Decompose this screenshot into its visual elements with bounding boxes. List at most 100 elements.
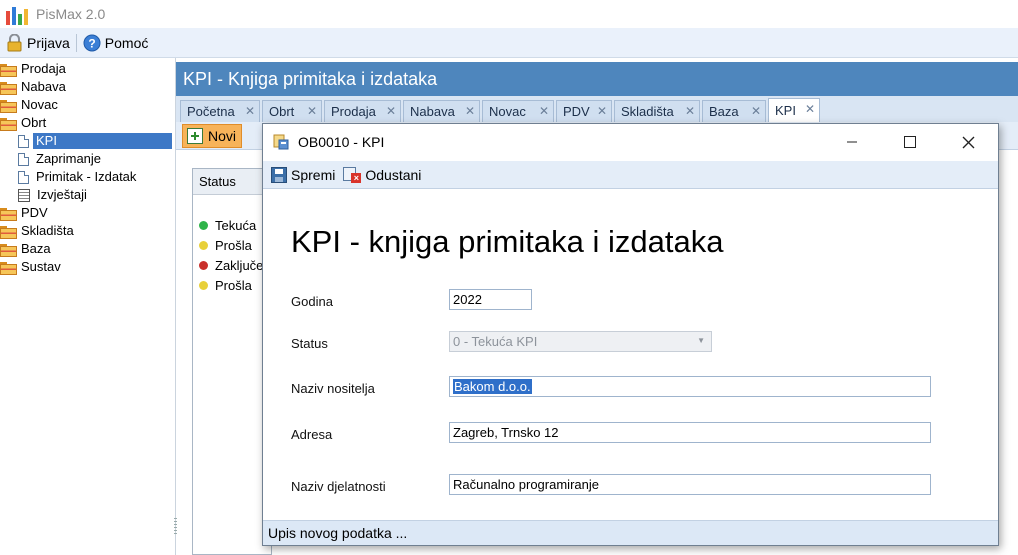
status-red-icon: [199, 260, 208, 270]
adresa-value: Zagreb, Trnsko 12: [453, 425, 559, 440]
sidebar-item-label: Sustav: [21, 259, 61, 274]
close-icon[interactable]: ✕: [245, 104, 255, 118]
sidebar-item-novac[interactable]: Novac: [0, 96, 61, 114]
sidebar-item-baza[interactable]: Baza: [0, 240, 54, 258]
save-button-label: Spremi: [291, 166, 336, 183]
close-icon[interactable]: ✕: [386, 104, 396, 118]
app-title: PisMax 2.0: [36, 6, 106, 22]
list-item[interactable]: Zaključe: [193, 255, 263, 275]
close-icon[interactable]: ✕: [465, 104, 475, 118]
sidebar-item-skladista[interactable]: Skladišta: [0, 222, 77, 240]
status-label: Zaključe: [215, 257, 264, 273]
list-item[interactable]: Prošla: [193, 235, 252, 255]
menu-prijava-label: Prijava: [27, 34, 70, 51]
cancel-button[interactable]: × Odustani: [339, 161, 425, 188]
status-yellow-icon: [199, 280, 208, 290]
list-item[interactable]: Tekuća: [193, 215, 256, 235]
sidebar-tree: Prodaja Nabava Novac Obrt KPI Zaprimanje…: [0, 58, 176, 555]
sidebar-item-label: Skladišta: [21, 223, 74, 238]
sidebar-item-obrt[interactable]: Obrt: [0, 114, 49, 132]
folder-icon: [0, 81, 17, 95]
splitter-grip[interactable]: [174, 518, 177, 534]
naziv-djelatnosti-field[interactable]: Računalno programiranje: [449, 474, 931, 495]
sidebar-item-prodaja[interactable]: Prodaja: [0, 60, 69, 78]
sidebar-item-zaprimanje[interactable]: Zaprimanje: [18, 150, 104, 168]
status-select[interactable]: 0 - Tekuća KPI ▼: [449, 331, 712, 352]
menu-pomoc[interactable]: ? Pomoć: [77, 28, 155, 57]
naziv-nositelja-field[interactable]: Bakom d.o.o.: [449, 376, 931, 397]
godina-field[interactable]: 2022: [449, 289, 532, 310]
sidebar-item-kpi[interactable]: KPI: [18, 132, 172, 150]
tab-pdv[interactable]: PDV ✕: [556, 100, 612, 122]
tab-obrt[interactable]: Obrt ✕: [262, 100, 322, 122]
sidebar-item-izvjestaji[interactable]: Izvještaji: [18, 186, 90, 204]
tab-label: Skladišta: [621, 104, 674, 119]
tab-pocetna[interactable]: Početna ✕: [180, 100, 260, 122]
naziv-djelatnosti-value: Računalno programiranje: [453, 477, 599, 492]
menu-pomoc-label: Pomoć: [104, 34, 149, 51]
status-column-header[interactable]: Status: [193, 169, 271, 195]
folder-icon: [0, 99, 17, 113]
status-value: 0 - Tekuća KPI: [453, 334, 538, 349]
sidebar-item-label: Primitak - Izdatak: [36, 169, 137, 184]
dialog-titlebar[interactable]: OB0010 - KPI: [263, 124, 998, 160]
tab-baza[interactable]: Baza ✕: [702, 100, 766, 122]
sidebar-item-sustav[interactable]: Sustav: [0, 258, 64, 276]
close-icon[interactable]: ✕: [751, 104, 761, 118]
sidebar-item-label: Izvještaji: [37, 187, 87, 202]
minimize-button[interactable]: [829, 124, 875, 160]
close-icon[interactable]: ✕: [539, 104, 549, 118]
dialog-toolbar: Spremi × Odustani: [263, 161, 998, 189]
close-icon[interactable]: ✕: [597, 104, 607, 118]
cancel-icon: ×: [343, 166, 362, 183]
maximize-button[interactable]: [887, 124, 933, 160]
sidebar-item-label: KPI: [33, 133, 172, 149]
new-button[interactable]: Novi: [182, 124, 242, 148]
tab-prodaja[interactable]: Prodaja ✕: [324, 100, 401, 122]
dialog-status-bar: Upis novog podatka ...: [263, 520, 998, 545]
godina-label: Godina: [291, 294, 333, 309]
naziv-nositelja-value: Bakom d.o.o.: [453, 379, 532, 394]
status-green-icon: [199, 220, 208, 230]
kpi-dialog: OB0010 - KPI Spremi × Odustani KPI - knj…: [262, 123, 999, 546]
tab-label: KPI: [775, 103, 796, 118]
sidebar-item-label: Baza: [21, 241, 51, 256]
naziv-djelatnosti-label: Naziv djelatnosti: [291, 479, 386, 494]
tab-kpi[interactable]: KPI ✕: [768, 98, 820, 122]
tab-label: PDV: [563, 104, 590, 119]
folder-icon: [0, 117, 17, 131]
document-icon: [18, 152, 29, 166]
close-button[interactable]: [945, 124, 991, 160]
minimize-icon: [847, 141, 857, 143]
close-icon[interactable]: ✕: [685, 104, 695, 118]
document-icon: [18, 134, 29, 148]
sidebar-item-label: Nabava: [21, 79, 66, 94]
lock-icon: [7, 33, 22, 51]
close-icon[interactable]: ✕: [307, 104, 317, 118]
tab-nabava[interactable]: Nabava ✕: [403, 100, 480, 122]
page-title: KPI - Knjiga primitaka i izdataka: [176, 62, 1018, 96]
sidebar-item-label: Obrt: [21, 115, 47, 130]
adresa-field[interactable]: Zagreb, Trnsko 12: [449, 422, 931, 443]
status-yellow-icon: [199, 240, 208, 250]
tab-label: Početna: [187, 104, 235, 119]
tab-label: Nabava: [410, 104, 455, 119]
adresa-label: Adresa: [291, 427, 333, 442]
status-label: Prošla: [215, 277, 252, 293]
sidebar-item-label: Zaprimanje: [36, 151, 102, 166]
sidebar-item-pdv[interactable]: PDV: [0, 204, 51, 222]
sidebar-item-primitak-izdatak[interactable]: Primitak - Izdatak: [18, 168, 139, 186]
sidebar-item-nabava[interactable]: Nabava: [0, 78, 69, 96]
add-icon: [187, 128, 203, 144]
chevron-down-icon: ▼: [697, 336, 705, 345]
new-button-label: Novi: [208, 128, 237, 144]
svg-text:?: ?: [88, 36, 95, 50]
save-button[interactable]: Spremi: [267, 161, 339, 188]
list-item[interactable]: Prošla: [193, 275, 252, 295]
folder-icon: [0, 207, 17, 221]
tab-novac[interactable]: Novac ✕: [482, 100, 554, 122]
tab-skladista[interactable]: Skladišta ✕: [614, 100, 700, 122]
menu-prijava[interactable]: Prijava: [0, 28, 76, 57]
folder-icon: [0, 63, 17, 77]
close-icon[interactable]: ✕: [805, 102, 815, 116]
